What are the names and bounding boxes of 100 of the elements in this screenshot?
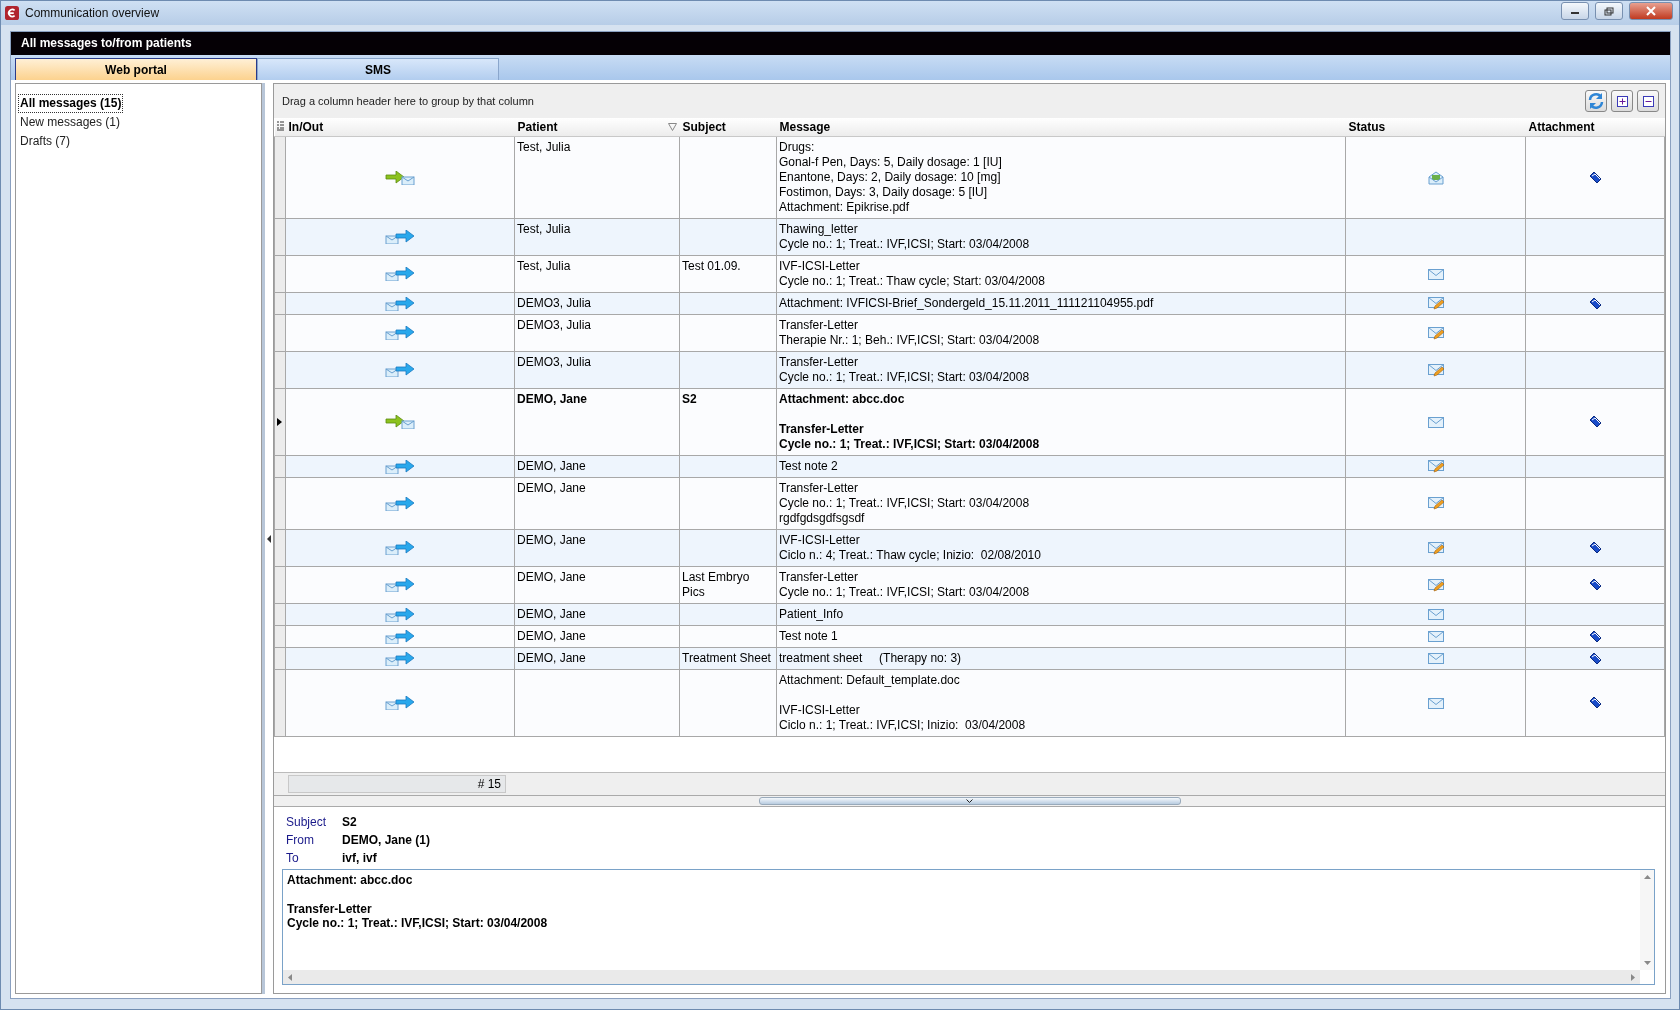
table-cell: Test, Julia	[514, 218, 680, 256]
table-cell: DEMO, Jane	[514, 625, 680, 648]
table-cell: Thawing_letter Cycle no.: 1; Treat.: IVF,ICSI; Start: 03/04/2008	[776, 218, 1346, 256]
column-header[interactable]: Subject	[679, 118, 777, 137]
envelope-pencil-icon	[1427, 497, 1444, 511]
chevron-down-icon	[966, 798, 973, 804]
table-cell: DEMO, Jane	[514, 647, 680, 670]
paperclip-icon	[1588, 415, 1602, 430]
close-button[interactable]	[1629, 2, 1673, 20]
table-cell: treatment sheet (Therapy no: 3)	[776, 647, 1346, 670]
column-header[interactable]: Attachment	[1525, 118, 1665, 137]
table-cell: Attachment: Default_template.doc IVF-ICSI-Letter Ciclo n.: 1; Treat.: IVF,ICSI; Inizio: 03/04/2008	[776, 669, 1346, 737]
field-label: To	[286, 850, 300, 867]
field-value: DEMO, Jane (1)	[342, 832, 431, 849]
tab[interactable]: SMS	[257, 58, 499, 80]
scroll-down-icon	[1643, 961, 1651, 965]
minus-box-icon	[1642, 95, 1654, 107]
row-count: # 15	[288, 775, 506, 793]
paperclip-icon	[1588, 578, 1602, 593]
envelope-pencil-icon	[1427, 460, 1444, 474]
table-cell: DEMO, Jane	[514, 477, 680, 530]
refresh-button[interactable]	[1585, 90, 1607, 112]
vertical-scrollbar[interactable]	[1640, 870, 1654, 970]
envelope-pencil-icon	[1427, 326, 1444, 340]
table-cell: DEMO, Jane	[514, 603, 680, 626]
outgoing-message-icon	[385, 651, 415, 666]
table-cell: Attachment: IVFICSI-Brief_Sondergeld_15.11.2011_111121104955.pdf	[776, 292, 1346, 315]
table-cell: Test, Julia	[514, 136, 680, 219]
envelope-pencil-icon	[1427, 541, 1444, 555]
envelope-icon	[1427, 416, 1444, 428]
column-header[interactable]: Status	[1345, 118, 1526, 137]
restore-icon	[1604, 6, 1614, 16]
window-title: Communication overview	[25, 6, 160, 20]
table-cell: IVF-ICSI-Letter Cycle no.: 1; Treat.: Thaw cycle; Start: 03/04/2008	[776, 255, 1346, 293]
message-body: Attachment: abcc.doc Transfer-Letter Cycle no.: 1; Treat.: IVF,ICSI; Start: 03/04/2008	[282, 869, 1655, 985]
outgoing-message-icon	[385, 459, 415, 474]
envelope-icon	[1427, 609, 1444, 621]
envelope-icon	[1427, 631, 1444, 643]
tab[interactable]: Web portal	[15, 58, 257, 80]
folder-item[interactable]: Drafts (7)	[18, 132, 72, 151]
folder-item[interactable]: New messages (1)	[18, 113, 123, 132]
field-label: Subject	[286, 814, 328, 831]
table-cell: Test note 2	[776, 455, 1346, 478]
group-hint: Drag a column header here to group by that column	[282, 95, 534, 107]
column-header[interactable]: Message	[776, 118, 1346, 137]
field-value: S2	[342, 814, 357, 831]
outgoing-message-icon	[385, 267, 415, 282]
column-header[interactable]: In/Out	[285, 118, 515, 137]
envelope-icon	[1427, 268, 1444, 280]
table-cell: Transfer-Letter Cycle no.: 1; Treat.: IVF,ICSI; Start: 03/04/2008	[776, 351, 1346, 389]
minimize-button[interactable]	[1561, 2, 1589, 20]
column-chooser-icon[interactable]	[276, 121, 284, 131]
field-label: From	[286, 832, 315, 849]
envelope-pencil-icon	[1427, 297, 1444, 311]
incoming-message-icon	[385, 415, 415, 430]
splitter-handle[interactable]	[758, 797, 1181, 805]
outgoing-message-icon	[385, 541, 415, 556]
table-cell: Transfer-Letter Therapie Nr.: 1; Beh.: IVF,ICSI; Start: 03/04/2008	[776, 314, 1346, 352]
paperclip-icon	[1588, 629, 1602, 644]
table-cell: DEMO, Jane	[514, 566, 680, 604]
refresh-icon	[1587, 92, 1605, 110]
table-cell: Last Embryo Pics	[679, 566, 777, 604]
row-indicator[interactable]	[274, 388, 286, 456]
table-cell: DEMO, Jane	[514, 455, 680, 478]
table-cell: Transfer-Letter Cycle no.: 1; Treat.: IVF,ICSI; Start: 03/04/2008 rgdfgdsgdfsgsdf	[776, 477, 1346, 530]
filter-icon[interactable]	[667, 123, 677, 131]
envelope-pencil-icon	[1427, 363, 1444, 377]
table-cell: Drugs: Gonal-f Pen, Days: 5, Daily dosage: 1 [IU] Enantone, Days: 2, Daily dosage: 10 [mg] Fostimon, Days: 3, Daily dosage: 5 [IU] Attachment: Epikrise.pdf	[776, 136, 1346, 219]
field-value: ivf, ivf	[342, 850, 377, 867]
table-cell: DEMO, Jane	[514, 388, 680, 456]
open-envelope-icon	[1427, 170, 1444, 185]
paperclip-icon	[1588, 541, 1602, 556]
column-header[interactable]: Patient	[514, 118, 680, 137]
folder-item[interactable]: All messages (15)	[18, 94, 124, 113]
scroll-right-icon	[1631, 973, 1635, 981]
paperclip-icon	[1588, 696, 1602, 711]
table-cell: DEMO, Jane	[514, 529, 680, 567]
panel-header: All messages to/from patients	[11, 32, 1670, 55]
outgoing-message-icon	[385, 326, 415, 341]
close-icon	[1646, 6, 1656, 16]
scroll-left-icon	[288, 973, 292, 981]
outgoing-message-icon	[385, 578, 415, 593]
outgoing-message-icon	[385, 696, 415, 711]
table-cell: DEMO3, Julia	[514, 292, 680, 315]
table-cell: Test note 1	[776, 625, 1346, 648]
table-cell: Transfer-Letter Cycle no.: 1; Treat.: IVF,ICSI; Start: 03/04/2008	[776, 566, 1346, 604]
table-cell: Test, Julia	[514, 255, 680, 293]
collapse-all-button[interactable]	[1637, 90, 1659, 112]
maximize-button[interactable]	[1595, 2, 1623, 20]
plus-box-icon	[1616, 95, 1628, 107]
outgoing-message-icon	[385, 296, 415, 311]
paperclip-icon	[1588, 651, 1602, 666]
table-cell: Attachment: abcc.doc Transfer-Letter Cycle no.: 1; Treat.: IVF,ICSI; Start: 03/04/2008	[776, 388, 1346, 456]
table-cell: S2	[679, 388, 777, 456]
outgoing-message-icon	[385, 607, 415, 622]
envelope-icon	[1427, 697, 1444, 709]
horizontal-scrollbar[interactable]	[283, 970, 1640, 984]
expand-all-button[interactable]	[1611, 90, 1633, 112]
table-cell: Test 01.09.	[679, 255, 777, 293]
table-cell: IVF-ICSI-Letter Ciclo n.: 4; Treat.: Thaw cycle; Inizio: 02/08/2010	[776, 529, 1346, 567]
